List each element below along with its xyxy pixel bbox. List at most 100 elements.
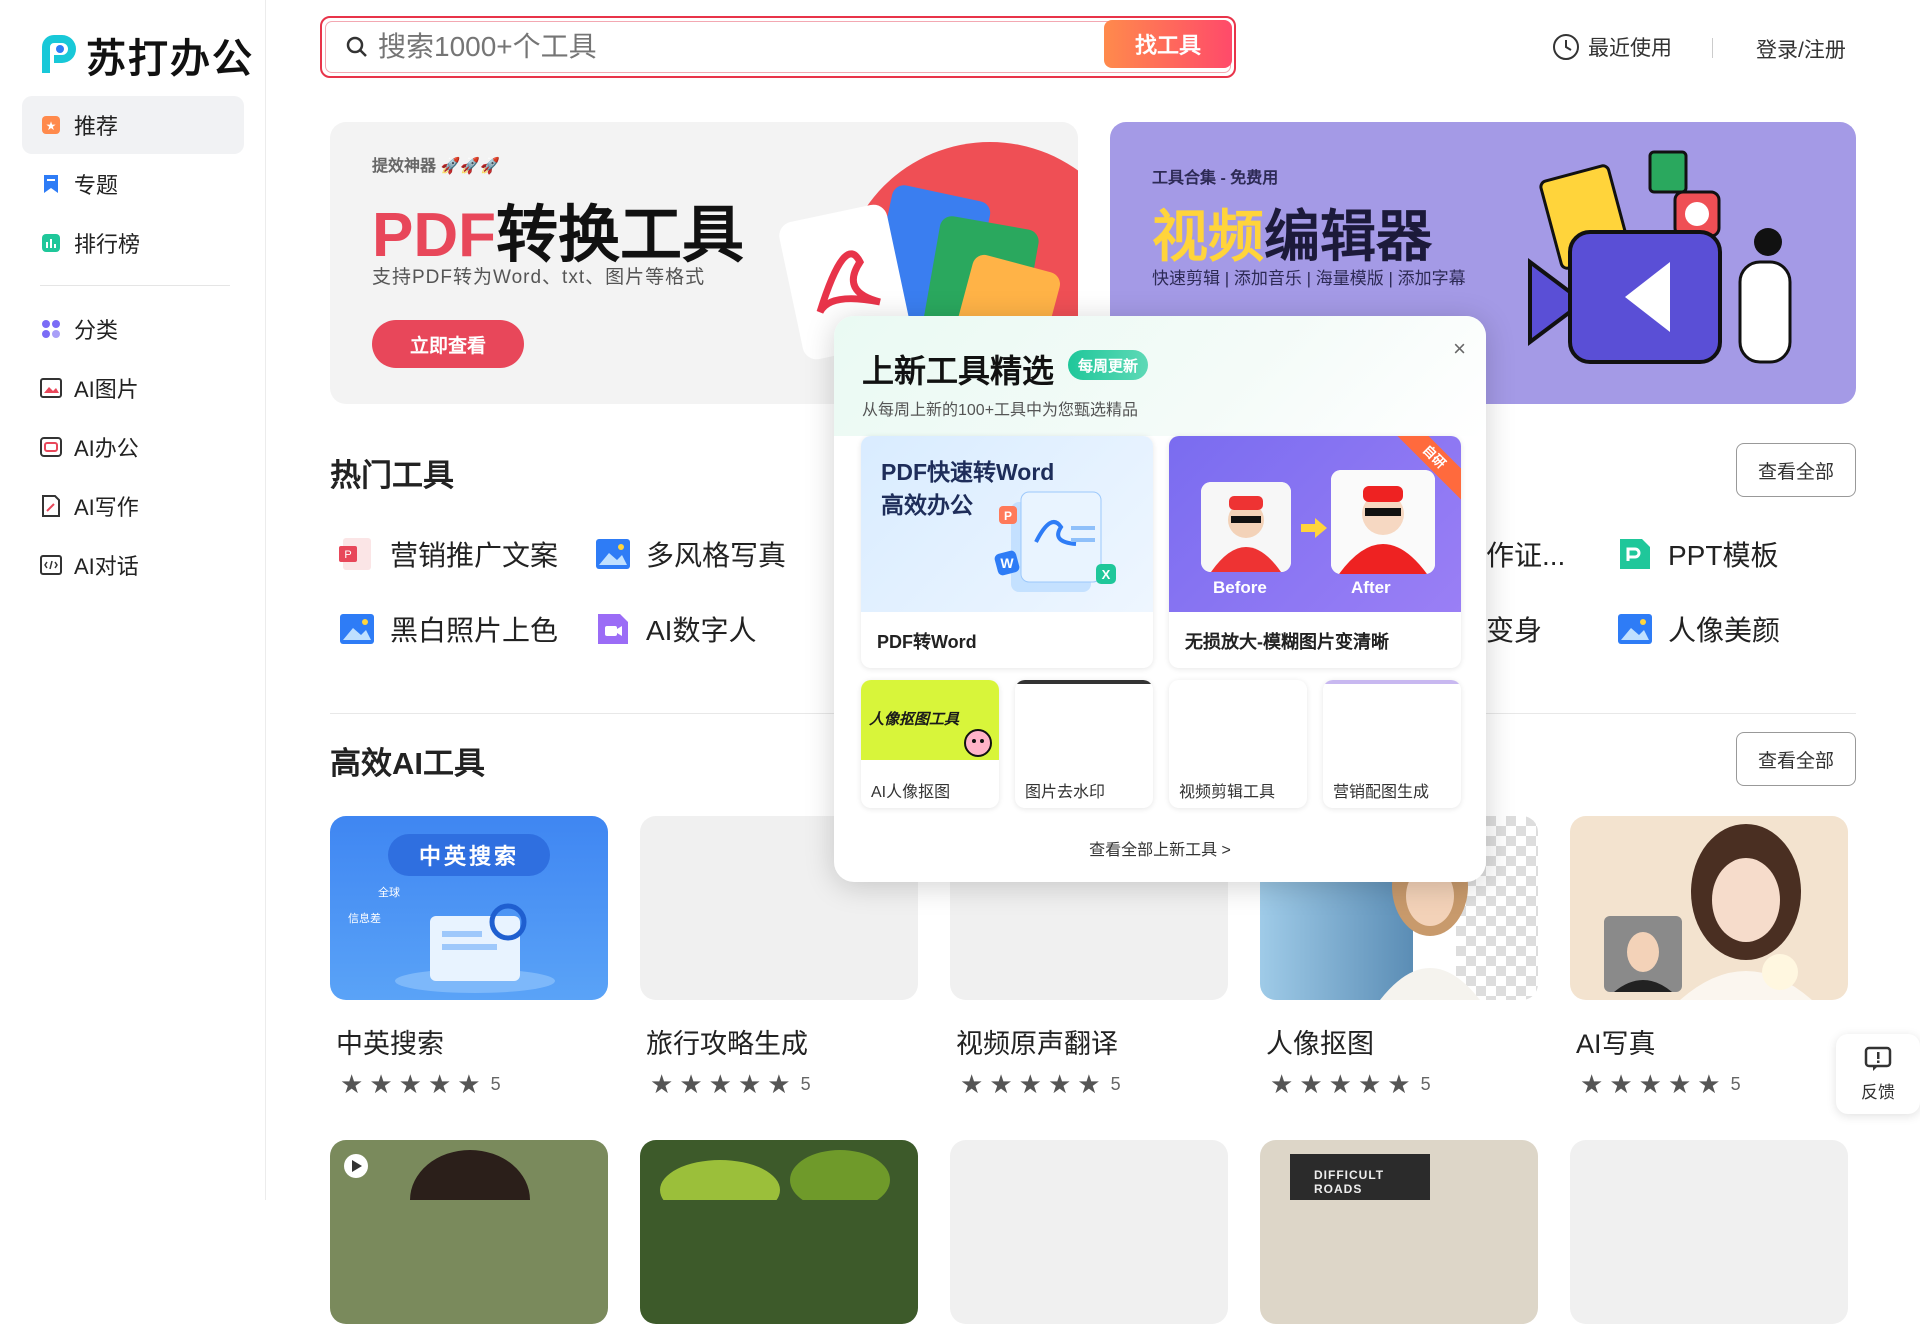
sidebar-item-label: AI写作 bbox=[74, 495, 139, 520]
tool-label: 人像美颜 bbox=[1668, 615, 1781, 646]
card-thumbnail bbox=[1323, 680, 1461, 760]
card-label: 无损放大-模糊图片变清晰 bbox=[1185, 632, 1389, 652]
brand-logo[interactable]: 苏打办公 bbox=[36, 26, 254, 84]
banner-tag: 工具合集 - 免费用 bbox=[1152, 170, 1279, 187]
card-thumbnail bbox=[1169, 680, 1307, 760]
card-thumbnail bbox=[1570, 1140, 1848, 1324]
banner-subtitle: 快速剪辑 | 添加音乐 | 海量模版 | 添加字幕 bbox=[1152, 269, 1466, 288]
sidebar-item-ai-write[interactable]: AI写作 bbox=[22, 477, 244, 535]
tool-item[interactable]: PPT模板 bbox=[1616, 534, 1778, 574]
popup-subtitle: 从每周上新的100+工具中为您甄选精品 bbox=[862, 402, 1139, 419]
card-label: 视频剪辑工具 bbox=[1179, 784, 1276, 801]
video-camera-illustration bbox=[1528, 150, 1792, 364]
popup-small-card[interactable]: 视频剪辑工具 bbox=[1169, 680, 1307, 808]
banner-view-button[interactable]: 立即查看 bbox=[372, 320, 524, 368]
svg-text:P: P bbox=[344, 549, 351, 561]
sidebar: 苏打办公 ★ 推荐 专题 排行榜 分类 AI图片 AI办公 AI写作 AI对话 bbox=[0, 0, 266, 1200]
tool-label: PPT模板 bbox=[1668, 540, 1779, 571]
ppt-icon bbox=[1616, 535, 1654, 573]
search-icon bbox=[346, 36, 367, 57]
image-icon bbox=[40, 377, 62, 399]
tool-item[interactable]: 多风格写真 bbox=[594, 534, 786, 574]
popup-card-pdf-to-word[interactable]: PDF快速转Word 高效办公 W X P PDF转Word bbox=[861, 436, 1153, 668]
svg-text:X: X bbox=[1102, 567, 1111, 582]
sidebar-item-ai-chat[interactable]: AI对话 bbox=[22, 536, 244, 594]
svg-text:P: P bbox=[1004, 509, 1012, 523]
before-image bbox=[1201, 482, 1291, 572]
tool-card[interactable] bbox=[330, 1140, 608, 1324]
card-label: AI人像抠图 bbox=[871, 784, 951, 801]
sidebar-item-ai-office[interactable]: AI办公 bbox=[22, 418, 244, 476]
portrait-illustration bbox=[344, 1150, 530, 1250]
card-thumbnail: DIFFICULT ROADS bbox=[1260, 1140, 1538, 1324]
tool-item[interactable]: AI数字人 bbox=[594, 609, 756, 649]
digital-human-icon bbox=[594, 610, 632, 648]
pdf-doc-icon: P bbox=[338, 535, 376, 573]
sidebar-item-category[interactable]: 分类 bbox=[22, 300, 244, 358]
tool-card[interactable] bbox=[640, 1140, 918, 1324]
office-icon bbox=[40, 436, 62, 458]
thumb-small-text: 信息差 bbox=[348, 913, 381, 925]
banner-title-b: 转换工具 bbox=[496, 201, 745, 270]
id-photo-thumb bbox=[1604, 916, 1682, 992]
search-button[interactable]: 找工具 bbox=[1104, 20, 1232, 68]
after-image bbox=[1331, 470, 1435, 574]
card-thumbnail: PDF快速转Word 高效办公 W X P bbox=[861, 436, 1153, 612]
recent-used-button[interactable]: 最近使用 bbox=[1552, 32, 1672, 62]
banner-title: PDF转换工具 bbox=[372, 184, 744, 274]
tool-item[interactable]: 人像美颜 bbox=[1616, 609, 1780, 649]
popup-small-card[interactable]: 图片去水印 bbox=[1015, 680, 1153, 808]
pdf-to-word-illustration: W X P bbox=[994, 491, 1116, 592]
sidebar-item-label: 排行榜 bbox=[74, 232, 141, 257]
card-thumbnail: 中英搜索 全球 信息差 bbox=[330, 816, 608, 1000]
tool-item[interactable]: P 营销推广文案 bbox=[338, 534, 558, 574]
login-register-link[interactable]: 登录/注册 bbox=[1756, 34, 1846, 64]
write-icon bbox=[40, 495, 62, 517]
card-name: 人像抠图 bbox=[1266, 1029, 1374, 1059]
tool-label: 营销推广文案 bbox=[390, 540, 559, 571]
sidebar-item-topics[interactable]: 专题 bbox=[22, 155, 244, 213]
banner-title-b: 编辑器 bbox=[1264, 205, 1432, 268]
rating: ★ ★ ★ ★ ★ 5 bbox=[650, 1069, 811, 1099]
arrow-right-icon bbox=[1301, 518, 1327, 538]
sidebar-item-label: 专题 bbox=[74, 173, 119, 198]
sidebar-item-ranking[interactable]: 排行榜 bbox=[22, 214, 244, 272]
thumb-text: 中英搜索 bbox=[388, 834, 550, 876]
tool-item[interactable]: 作证... bbox=[1486, 534, 1565, 574]
recent-label: 最近使用 bbox=[1588, 37, 1672, 60]
rating-value: 5 bbox=[1730, 1074, 1741, 1094]
view-all-new-tools-link[interactable]: 查看全部上新工具 > bbox=[834, 836, 1486, 860]
emoji-icon bbox=[964, 729, 992, 757]
sidebar-item-label: AI办公 bbox=[74, 436, 139, 461]
book-cover-text: DIFFICULT ROADS bbox=[1290, 1154, 1430, 1200]
card-name: 视频原声翻译 bbox=[956, 1029, 1118, 1059]
tool-card[interactable]: AI写真 ★ ★ ★ ★ ★ 5 bbox=[1570, 816, 1848, 1100]
sidebar-divider bbox=[40, 285, 230, 286]
tool-card[interactable] bbox=[1570, 1140, 1848, 1324]
rating: ★ ★ ★ ★ ★ 5 bbox=[960, 1069, 1121, 1099]
clock-icon bbox=[1553, 34, 1579, 60]
card-label: 图片去水印 bbox=[1025, 784, 1106, 801]
hot-tools-view-all-button[interactable]: 查看全部 bbox=[1736, 443, 1856, 497]
feedback-button[interactable]: 反馈 bbox=[1836, 1034, 1920, 1114]
card-label: PDF转Word bbox=[877, 632, 977, 652]
popup-card-upscale[interactable]: 自研 Before After 无损放大-模糊图片变清晰 bbox=[1169, 436, 1461, 668]
sidebar-item-recommend[interactable]: ★ 推荐 bbox=[22, 96, 244, 154]
tool-item[interactable]: 变身 bbox=[1486, 609, 1542, 649]
sidebar-item-label: 推荐 bbox=[74, 114, 119, 139]
popup-small-card[interactable]: 人像抠图工具 AI人像抠图 bbox=[861, 680, 999, 808]
close-icon[interactable]: × bbox=[1453, 336, 1466, 362]
sidebar-item-ai-image[interactable]: AI图片 bbox=[22, 359, 244, 417]
search-illustration bbox=[395, 903, 555, 993]
card-thumbnail: 人像抠图工具 bbox=[861, 680, 999, 760]
tool-card[interactable]: 中英搜索 全球 信息差 中英搜索 ★ ★ ★ ★ ★ 5 bbox=[330, 816, 608, 1100]
tool-item[interactable]: 黑白照片上色 bbox=[338, 609, 558, 649]
banner-subtitle: 支持PDF转为Word、txt、图片等格式 bbox=[372, 267, 706, 288]
popup-small-card[interactable]: 营销配图生成 bbox=[1323, 680, 1461, 808]
popup-title: 上新工具精选 bbox=[862, 353, 1055, 389]
ai-tools-view-all-button[interactable]: 查看全部 bbox=[1736, 732, 1856, 786]
tool-card[interactable]: DIFFICULT ROADS bbox=[1260, 1140, 1538, 1324]
search-input[interactable] bbox=[378, 31, 1078, 63]
logo-icon bbox=[36, 33, 80, 77]
tool-card[interactable] bbox=[950, 1140, 1228, 1324]
